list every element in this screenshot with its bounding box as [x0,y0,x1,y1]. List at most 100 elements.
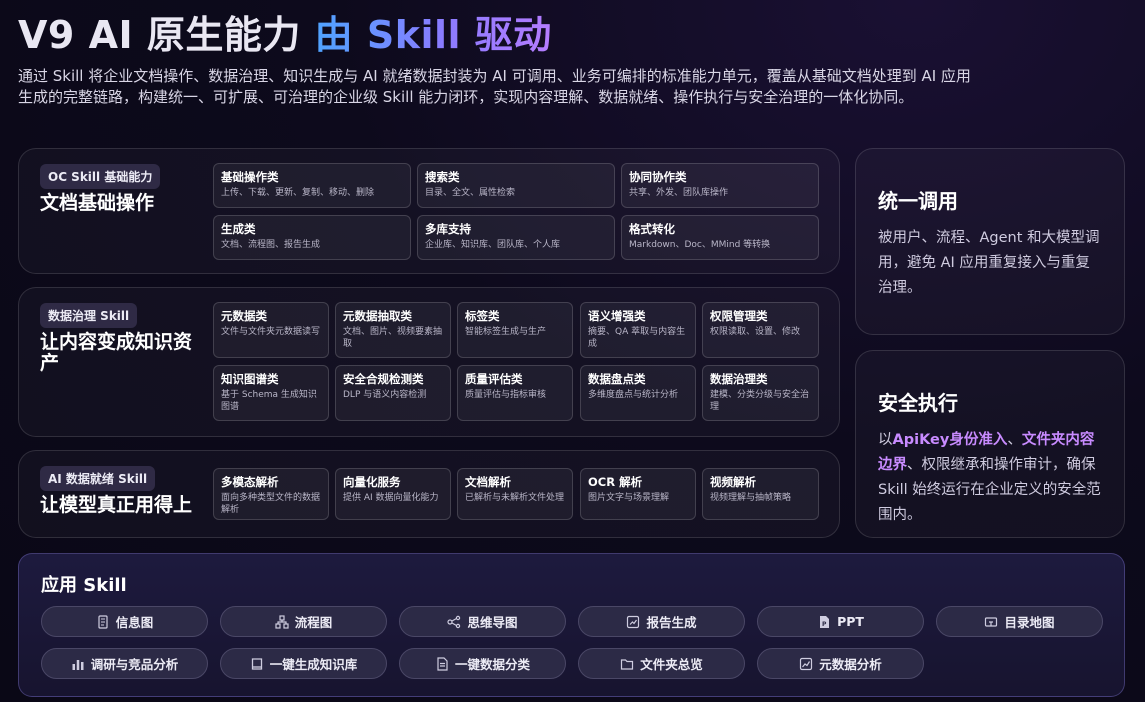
app-pill-research[interactable]: 调研与竞品分析 [41,648,208,679]
skill-card[interactable]: 搜索类目录、全文、属性检索 [417,163,615,208]
card-title: 元数据抽取类 [343,309,412,323]
card-desc: 共享、外发、团队库操作 [629,188,729,198]
card-desc: 质量评估与指标审核 [465,390,547,400]
card-title: 基础操作类 [221,170,279,184]
ppt-icon: P [820,615,830,628]
card-title: 数据治理类 [710,372,768,386]
directory-map-icon [985,616,998,627]
skill-card[interactable]: 多模态解析面向多种类型文件的数据解析 [213,468,329,520]
desc-suffix: 、权限继承和操作审计，确保 Skill 始终运行在企业定义的安全范围内。 [878,457,1101,523]
report-icon [627,615,640,628]
side-card-title: 安全执行 [878,391,958,415]
pill-label: 元数据分析 [819,657,882,672]
card-desc: 文档、图片、视频要素抽取 [343,327,443,349]
pill-label: 一键生成知识库 [269,657,358,672]
app-pill-mindmap[interactable]: 思维导图 [399,606,566,637]
card-title: 质量评估类 [465,372,523,386]
card-desc: 摘要、QA 萃取与内容生成 [588,327,686,349]
app-pill-metadata-analysis[interactable]: 元数据分析 [757,648,924,679]
skill-card[interactable]: 标签类 智能标签生成与生产 [457,302,573,358]
desc-highlight-apikey: ApiKey身份准入 [892,432,1008,448]
card-title: OCR 解析 [588,475,643,489]
card-desc: 文档、流程图、报告生成 [221,240,321,250]
folder-icon [621,658,634,670]
bar-chart-icon [72,659,84,670]
skill-card[interactable]: 协同协作类共享、外发、团队库操作 [621,163,819,208]
pill-label: 文件夹总览 [640,657,703,672]
panel-document-basics: OC Skill 基础能力 文档基础操作 基础操作类 上传、下载、更新、复制、移动… [18,148,840,274]
skill-card[interactable]: 向量化服务 提供 AI 数据向量化能力 [335,468,451,520]
app-pill-flowchart[interactable]: 流程图 [220,606,387,637]
document-icon [437,656,448,671]
card-desc: 权限读取、设置、修改 [710,327,801,337]
skill-card[interactable]: 视频解析 视频理解与抽帧策略 [702,468,819,520]
skill-card[interactable]: OCR 解析 图片文字与场景理解 [580,468,696,520]
pill-label: 信息图 [115,615,154,630]
svg-text:P: P [822,621,827,628]
pill-label: PPT [837,614,864,629]
app-pill-report[interactable]: 报告生成 [578,606,745,637]
app-pill-infographic[interactable]: 信息图 [41,606,208,637]
card-title: 知识图谱类 [221,372,279,386]
page-description: 通过 Skill 将企业文档操作、数据治理、知识生成与 AI 就绪数据封装为 A… [18,67,971,106]
app-pill-folder-overview[interactable]: 文件夹总览 [578,648,745,679]
page-title: V9 AI 原生能力 由 Skill 驱动 [18,4,552,59]
card-title: 多模态解析 [221,475,279,489]
line-chart-icon [800,657,813,670]
skill-card[interactable]: 文档解析 已解析与未解析文件处理 [457,468,573,520]
pill-label: 一键数据分类 [454,657,530,672]
side-card-secure-execution: 安全执行 以ApiKey身份准入、文件夹内容边界、权限继承和操作审计，确保 Sk… [855,350,1125,538]
card-title: 语义增强类 [588,309,646,323]
card-title: 生成类 [221,222,256,236]
card-title: 协同协作类 [629,170,687,184]
skill-card[interactable]: 权限管理类 权限读取、设置、修改 [702,302,819,358]
app-pill-knowledge-base[interactable]: 一键生成知识库 [220,648,387,679]
pill-label: 报告生成 [646,615,697,630]
app-pill-ppt[interactable]: P PPT [757,606,924,637]
card-title: 格式转化 [629,222,675,236]
skill-card[interactable]: 质量评估类质量评估与指标审核 [457,365,573,421]
skill-card[interactable]: 数据盘点类 多维度盘点与统计分析 [580,365,696,421]
card-desc: DLP 与语义内容检测 [343,390,427,400]
card-desc: 上传、下载、更新、复制、移动、删除 [221,188,375,198]
panel-data-governance: 数据治理 Skill 让内容变成知识资产 元数据类 文件与文件夹元数据读写 元数据… [18,287,840,437]
card-desc: 企业库、知识库、团队库、个人库 [425,240,561,250]
infographic-icon [98,614,108,629]
skill-card[interactable]: 知识图谱类基于 Schema 生成知识图谱 [213,365,329,421]
card-desc: 已解析与未解析文件处理 [465,493,565,503]
skill-card[interactable]: 元数据类 文件与文件夹元数据读写 [213,302,329,358]
app-skill-title: 应用 Skill [41,575,127,596]
skill-card[interactable]: 格式转化 Markdown、Doc、MMind 等转换 [621,215,819,260]
card-desc: 基于 Schema 生成知识图谱 [221,390,317,412]
title-highlight: 由 Skill 驱动 [314,13,552,57]
side-card-unified-invoke: 统一调用 被用户、流程、Agent 和大模型调用，避免 AI 应用重复接入与重复… [855,148,1125,335]
card-desc: 建模、分类分级与安全治理 [710,390,810,412]
panel-title: 让内容变成知识资产 [40,331,193,374]
side-card-desc: 以ApiKey身份准入、文件夹内容边界、权限继承和操作审计，确保 Skill 始… [878,428,1102,528]
card-desc: 目录、全文、属性检索 [425,188,516,198]
panel-badge: 数据治理 Skill [40,303,138,328]
skill-card[interactable]: 多库支持企业库、知识库、团队库、个人库 [417,215,615,260]
app-pill-directory-map[interactable]: 目录地图 [936,606,1103,637]
card-desc: Markdown、Doc、MMind 等转换 [629,240,771,250]
skill-card[interactable]: 元数据抽取类文档、图片、视频要素抽取 [335,302,451,358]
card-desc: 智能标签生成与生产 [465,327,547,337]
card-title: 多库支持 [425,222,471,236]
card-title: 搜索类 [425,170,460,184]
card-title: 元数据类 [221,309,267,323]
skill-card[interactable]: 安全合规检测类 DLP 与语义内容检测 [335,365,451,421]
desc-separator: 、 [1007,432,1022,448]
desc-prefix: 以 [878,432,893,448]
skill-card[interactable]: 数据治理类建模、分类分级与安全治理 [702,365,819,421]
panel-ai-data-ready: AI 数据就绪 Skill 让模型真正用得上 多模态解析 面向多种类型文件的数据解… [18,450,840,538]
card-desc: 面向多种类型文件的数据解析 [221,493,321,515]
flowchart-icon [275,614,289,629]
skill-card[interactable]: 语义增强类摘要、QA 萃取与内容生成 [580,302,696,358]
app-pill-data-classify[interactable]: 一键数据分类 [399,648,566,679]
pill-label: 流程图 [294,615,333,630]
pill-label: 目录地图 [1004,615,1055,630]
skill-card[interactable]: 生成类文档、流程图、报告生成 [213,215,411,260]
side-card-title: 统一调用 [878,189,958,213]
mindmap-icon [447,615,461,628]
skill-card[interactable]: 基础操作类上传、下载、更新、复制、移动、删除 [213,163,411,208]
